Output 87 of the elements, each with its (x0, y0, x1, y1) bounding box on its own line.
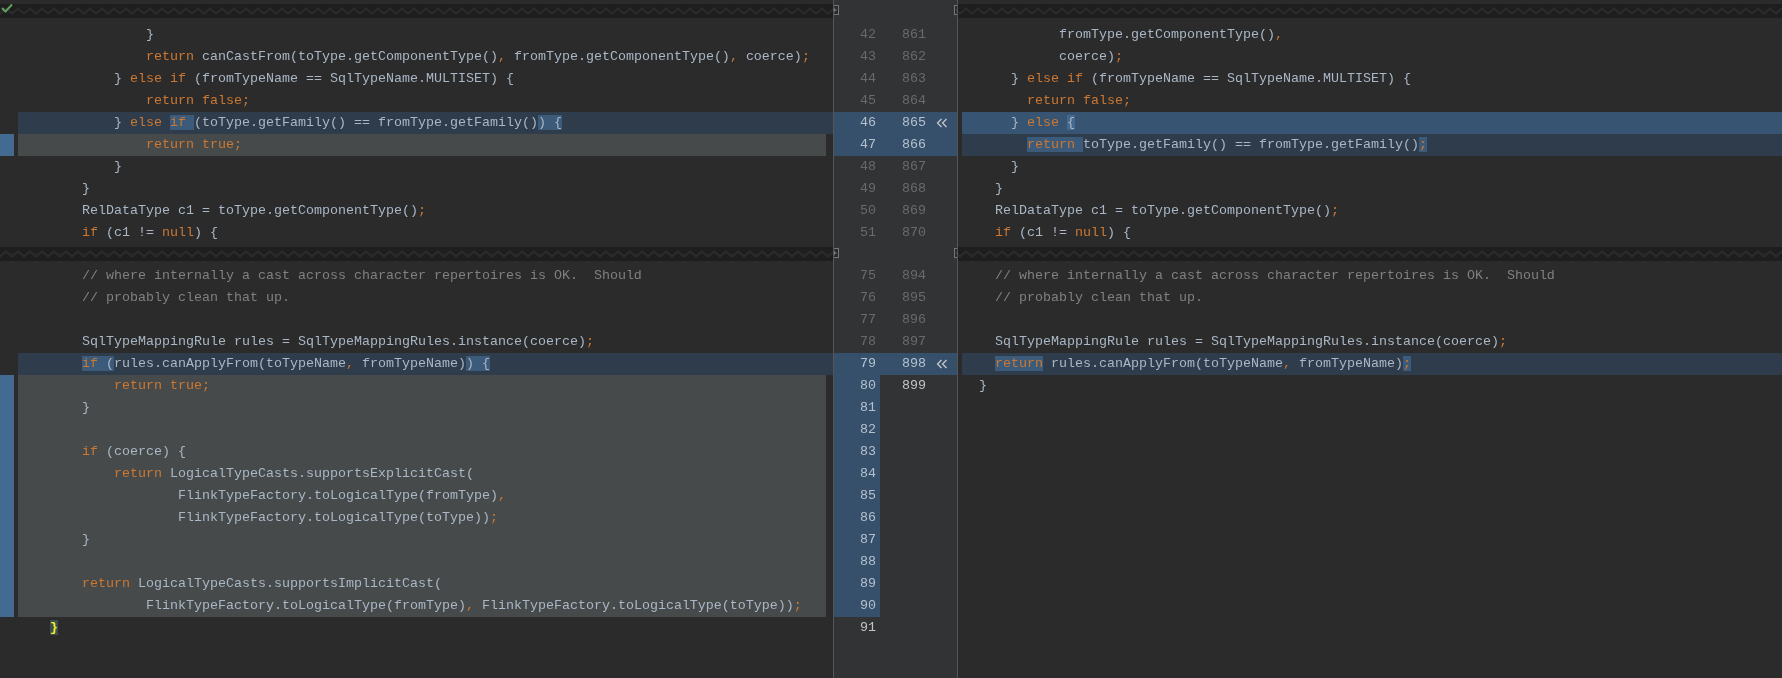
line-number: 45 (859, 92, 877, 110)
line-number: 894 (901, 267, 927, 285)
line-number: 76 (859, 289, 877, 307)
line-number: 83 (859, 443, 877, 461)
line-number: 84 (859, 465, 877, 483)
line-number: 51 (859, 224, 877, 242)
line-number: 865 (901, 114, 927, 132)
double-chevron-icon[interactable] (936, 118, 948, 128)
code-line: } (145, 27, 154, 42)
code-line: return true; (113, 378, 210, 393)
line-number: 897 (901, 333, 927, 351)
line-number: 866 (901, 136, 927, 154)
code-line: FlinkTypeFactory.toLogicalType(toType)); (177, 510, 498, 525)
code-line: return LogicalTypeCasts.supportsExplicitCast( (113, 466, 474, 481)
line-number: 896 (901, 311, 927, 329)
line-number: 90 (859, 597, 877, 615)
line-number: 86 (859, 509, 877, 527)
double-chevron-icon[interactable] (936, 359, 948, 369)
line-number: 861 (901, 26, 927, 44)
line-number: 48 (859, 158, 877, 176)
line-number: 898 (901, 355, 927, 373)
line-number: 81 (859, 399, 877, 417)
code-line: } else if (fromTypeName == SqlTypeName.MULTISET) { (1010, 71, 1411, 86)
line-number: 85 (859, 487, 877, 505)
line-number: 91 (859, 619, 877, 637)
code-line: } (1010, 159, 1019, 174)
line-number: 868 (901, 180, 927, 198)
line-number: 89 (859, 575, 877, 593)
code-line: // where internally a cast across character repertoires is OK. Should (81, 268, 642, 283)
code-line: if (coerce) { (81, 444, 186, 459)
code-line: RelDataType c1 = toType.getComponentType(); (81, 203, 426, 218)
code-line: // where internally a cast across character repertoires is OK. Should (994, 268, 1555, 283)
line-number: 862 (901, 48, 927, 66)
line-number: 79 (859, 355, 877, 373)
line-number: 82 (859, 421, 877, 439)
code-line: return canCastFrom(toType.getComponentType(), fromType.getComponentType(), coerce); (145, 49, 810, 64)
line-number: 50 (859, 202, 877, 220)
line-number: 49 (859, 180, 877, 198)
code-line: } (979, 378, 987, 393)
code-line: } (994, 181, 1003, 196)
code-line: } else if (toType.getFamily() == fromType.getFamily()) { (113, 115, 562, 130)
code-line: return toType.getFamily() == fromType.getFamily(); (1026, 137, 1427, 152)
line-number: 46 (859, 114, 877, 132)
checkmark-icon (1, 3, 13, 13)
code-line: // probably clean that up. (81, 290, 290, 305)
line-number: 899 (901, 377, 927, 395)
code-line: SqlTypeMappingRule rules = SqlTypeMappingRules.instance(coerce); (994, 334, 1507, 349)
code-line: // probably clean that up. (994, 290, 1203, 305)
code-line: if (rules.canApplyFrom(toTypeName, fromTypeName)) { (81, 356, 490, 371)
line-number: 75 (859, 267, 877, 285)
line-number: 87 (859, 531, 877, 549)
code-line: return LogicalTypeCasts.supportsImplicitCast( (81, 576, 442, 591)
line-number: 870 (901, 224, 927, 242)
code-line: } else { (1010, 115, 1075, 130)
line-number: 78 (859, 333, 877, 351)
code-line: return false; (145, 93, 250, 108)
line-number: 864 (901, 92, 927, 110)
line-number: 43 (859, 48, 877, 66)
code-line: FlinkTypeFactory.toLogicalType(fromType), (177, 488, 506, 503)
change-marker (0, 375, 14, 397)
code-line: } (113, 159, 122, 174)
line-number: 88 (859, 553, 877, 571)
change-marker (0, 595, 14, 617)
code-line: return true; (145, 137, 242, 152)
change-marker (0, 134, 14, 156)
code-line: fromType.getComponentType(), (1058, 27, 1283, 42)
code-line: } (81, 181, 90, 196)
line-number: 80 (859, 377, 877, 395)
code-line: } (81, 400, 90, 415)
line-number: 863 (901, 70, 927, 88)
line-number: 77 (859, 311, 877, 329)
line-number: 869 (901, 202, 927, 220)
code-line: return false; (1026, 93, 1131, 108)
code-line: } else if (fromTypeName == SqlTypeName.MULTISET) { (113, 71, 514, 86)
line-number: 867 (901, 158, 927, 176)
line-number: 44 (859, 70, 877, 88)
line-number: 895 (901, 289, 927, 307)
line-number: 42 (859, 26, 877, 44)
code-line: coerce); (1058, 49, 1123, 64)
code-line: } (81, 532, 90, 547)
code-line: RelDataType c1 = toType.getComponentType(); (994, 203, 1339, 218)
code-line: SqlTypeMappingRule rules = SqlTypeMappingRules.instance(coerce); (81, 334, 594, 349)
code-line: return rules.canApplyFrom(toTypeName, fromTypeName); (994, 356, 1411, 371)
code-line: FlinkTypeFactory.toLogicalType(fromType), FlinkTypeFactory.toLogicalType(toType)); (145, 598, 802, 613)
code-line: if (c1 != null) { (994, 225, 1131, 240)
code-line: if (c1 != null) { (81, 225, 218, 240)
line-number: 47 (859, 136, 877, 154)
